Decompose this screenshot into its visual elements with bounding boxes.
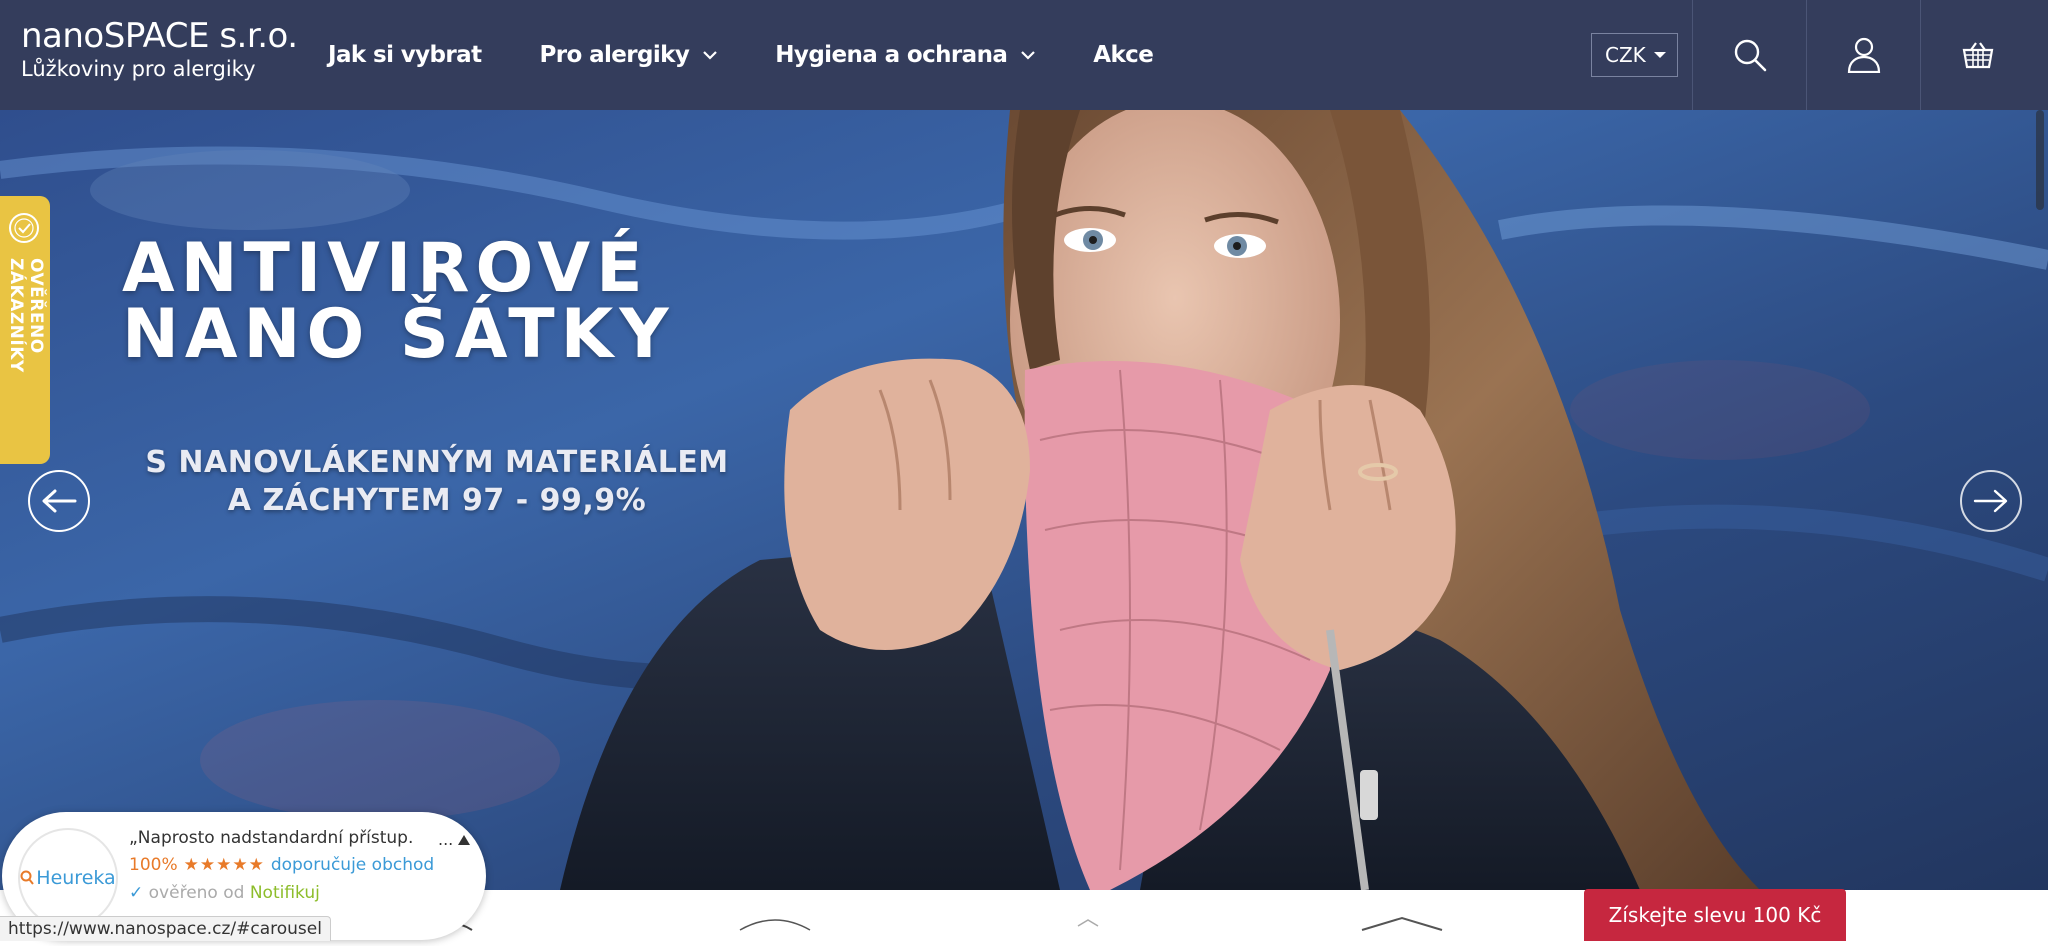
heureka-rating: 100% ★★★★★ doporučuje obchod xyxy=(129,855,434,875)
chevron-down-icon xyxy=(703,50,718,60)
nav-item-label: Akce xyxy=(1093,42,1154,68)
currency-select[interactable]: CZK xyxy=(1591,33,1678,77)
heureka-expand-toggle[interactable]: ... xyxy=(438,830,471,849)
user-icon xyxy=(1847,37,1880,73)
basket-icon xyxy=(1962,42,1993,69)
nav-item-jak-si-vybrat[interactable]: Jak si vybrat xyxy=(328,42,482,68)
heureka-verified-line: ✓ ověřeno od Notifikuj xyxy=(129,883,320,903)
heureka-percent: 100% xyxy=(129,855,178,875)
hero-title-line2: NANO ŠÁTKY xyxy=(122,295,675,374)
hero-subtitle-line1: S NANOVLÁKENNÝM MATERIÁLEM xyxy=(145,445,729,480)
carousel-prev-button[interactable] xyxy=(28,470,90,532)
arrow-left-icon xyxy=(42,489,77,513)
brand[interactable]: nanoSPACE s.r.o. Lůžkoviny pro alergiky xyxy=(21,16,298,82)
discount-button[interactable]: Získejte slevu 100 Kč xyxy=(1584,889,1846,941)
nav-item-akce[interactable]: Akce xyxy=(1093,42,1154,68)
heureka-review-quote: „Naprosto nadstandardní přístup. xyxy=(129,828,414,848)
nav-item-label: Jak si vybrat xyxy=(328,42,482,68)
cart-button[interactable] xyxy=(1920,0,2034,110)
search-icon xyxy=(1734,39,1766,72)
triangle-up-icon xyxy=(458,834,471,845)
chevron-down-icon xyxy=(1021,50,1036,60)
nav-item-label: Hygiena a ochrana xyxy=(775,42,1008,68)
verified-tab-label: OVĚŘENO ZÁKAZNÍKY xyxy=(6,258,46,373)
arrow-right-icon xyxy=(1973,489,2008,513)
page-scrollbar[interactable] xyxy=(2036,110,2044,210)
nav-item-label: Pro alergiky xyxy=(539,42,690,68)
brand-tagline: Lůžkoviny pro alergiky xyxy=(21,57,256,81)
hero-subtitle-line2: A ZÁCHYTEM 97 - 99,9% xyxy=(227,483,647,518)
heureka-verified-by: ověřeno od xyxy=(148,883,245,903)
verified-seal-icon xyxy=(9,213,39,243)
heureka-logo-text: Heureka xyxy=(36,867,116,889)
nav-item-hygiena-a-ochrana[interactable]: Hygiena a ochrana xyxy=(775,42,1036,68)
main-nav: Jak si vybrat Pro alergiky Hygiena a och… xyxy=(328,0,1211,110)
hero-title: ANTIVIROVÉ NANO ŠÁTKY xyxy=(122,229,675,374)
brand-name[interactable]: nanoSPACE s.r.o. xyxy=(21,16,298,56)
search-button[interactable] xyxy=(1692,0,1806,110)
nav-item-pro-alergiky[interactable]: Pro alergiky xyxy=(539,42,718,68)
caret-down-icon xyxy=(1653,52,1666,58)
verified-by-customers-tab[interactable]: OVĚŘENO ZÁKAZNÍKY xyxy=(0,196,50,464)
heureka-recommend-text: doporučuje obchod xyxy=(270,855,435,875)
heureka-logo[interactable]: Heureka xyxy=(18,828,118,928)
star-rating-icons: ★★★★★ xyxy=(183,855,265,875)
heureka-verifier-link[interactable]: Notifikuj xyxy=(250,883,320,903)
heureka-magnifier-icon xyxy=(20,870,35,885)
currency-value: CZK xyxy=(1605,43,1646,67)
heureka-more-text: ... xyxy=(438,830,454,849)
site-header: nanoSPACE s.r.o. Lůžkoviny pro alergiky … xyxy=(0,0,2048,110)
account-button[interactable] xyxy=(1806,0,1920,110)
hero-carousel: ANTIVIROVÉ NANO ŠÁTKY S NANOVLÁKENNÝM MA… xyxy=(0,110,2048,890)
hero-subtitle: S NANOVLÁKENNÝM MATERIÁLEM A ZÁCHYTEM 97… xyxy=(122,444,752,520)
carousel-next-button[interactable] xyxy=(1960,470,2022,532)
check-icon: ✓ xyxy=(129,883,144,903)
browser-status-url: https://www.nanospace.cz/#carousel xyxy=(0,916,331,941)
hero-title-line1: ANTIVIROVÉ xyxy=(122,229,649,308)
